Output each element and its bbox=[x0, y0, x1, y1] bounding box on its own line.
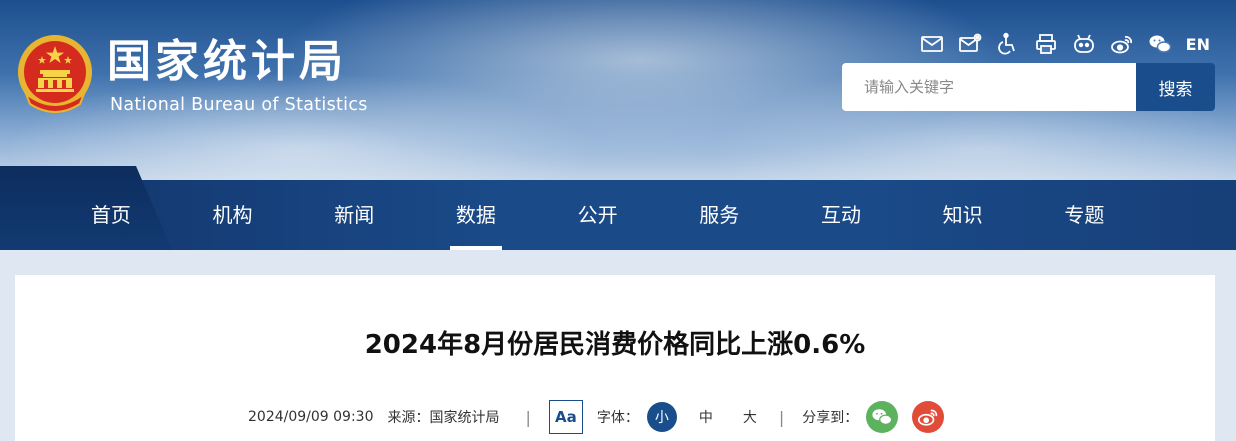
printer-icon[interactable] bbox=[1034, 32, 1058, 56]
site-name-en: National Bureau of Statistics bbox=[110, 95, 368, 115]
mail-icon[interactable] bbox=[920, 32, 944, 56]
site-name-cn: 国家统计局 bbox=[107, 36, 347, 87]
main-nav: 首页 机构 新闻 数据 公开 服务 互动 知识 专题 bbox=[0, 166, 1236, 250]
share-weibo-button[interactable] bbox=[912, 401, 945, 433]
article-title: 2024年8月份居民消费价格同比上涨0.6% bbox=[364, 330, 866, 360]
weibo-icon[interactable] bbox=[1110, 32, 1134, 56]
national-emblem-icon bbox=[18, 35, 92, 113]
publish-date: 2024/09/09 09:30 bbox=[248, 409, 374, 425]
language-switch-en[interactable]: EN bbox=[1186, 35, 1210, 54]
nav-item-interaction[interactable]: 互动 bbox=[780, 180, 902, 250]
meta-separator: | bbox=[778, 407, 785, 427]
font-toggle-button[interactable]: Aa bbox=[548, 400, 583, 434]
mail-settings-icon[interactable] bbox=[958, 32, 982, 56]
nav-item-data[interactable]: 数据 bbox=[415, 180, 537, 250]
nav-item-organization[interactable]: 机构 bbox=[172, 180, 294, 250]
nav-item-home[interactable]: 首页 bbox=[50, 180, 172, 250]
article-panel: 2024年8月份居民消费价格同比上涨0.6% 2024/09/09 09:30 … bbox=[15, 275, 1215, 441]
header-toolbar: EN bbox=[906, 30, 1210, 58]
search-button[interactable]: 搜索 bbox=[1136, 63, 1215, 111]
nav-item-topics[interactable]: 专题 bbox=[1024, 180, 1146, 250]
nav-item-disclosure[interactable]: 公开 bbox=[537, 180, 659, 250]
wechat-icon[interactable] bbox=[1148, 32, 1172, 56]
nav-items: 首页 机构 新闻 数据 公开 服务 互动 知识 专题 bbox=[50, 180, 1145, 250]
accessibility-icon[interactable] bbox=[996, 32, 1020, 56]
meta-separator: | bbox=[525, 407, 531, 427]
wechat-icon bbox=[872, 409, 893, 425]
font-size-large[interactable]: 大 bbox=[735, 402, 765, 432]
weibo-icon bbox=[918, 409, 938, 426]
font-size-label: 字体： bbox=[596, 410, 639, 426]
nav-item-services[interactable]: 服务 bbox=[658, 180, 780, 250]
nav-item-knowledge[interactable]: 知识 bbox=[902, 180, 1024, 250]
share-wechat-button[interactable] bbox=[866, 401, 899, 433]
site-header: 国家统计局 National Bureau of Statistics EN 请… bbox=[0, 0, 1236, 185]
article-meta: 2024/09/09 09:30 来源：国家统计局 | Aa 字体： 小 中 大… bbox=[248, 400, 945, 434]
font-size-small[interactable]: 小 bbox=[646, 402, 677, 432]
nav-item-news[interactable]: 新闻 bbox=[293, 180, 415, 250]
font-size-medium[interactable]: 中 bbox=[691, 402, 721, 432]
share-label: 分享到： bbox=[802, 410, 859, 426]
article-source: 来源：国家统计局 bbox=[387, 410, 500, 426]
robot-icon[interactable] bbox=[1072, 32, 1096, 56]
search-input[interactable] bbox=[842, 63, 1136, 111]
